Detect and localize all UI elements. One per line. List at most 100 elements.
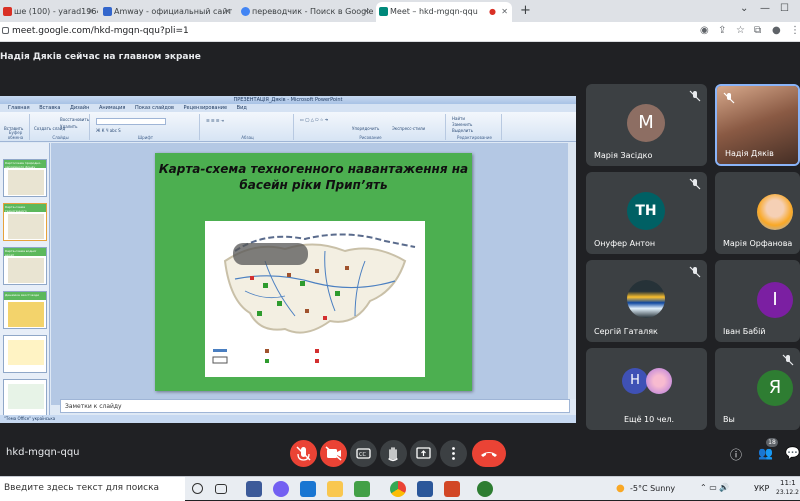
paragraph-buttons[interactable]: ☰ ☰ ☰ ⇥	[206, 118, 224, 123]
raise-hand-button[interactable]	[380, 440, 407, 467]
svg-text:CC: CC	[359, 452, 366, 458]
viber-icon[interactable]	[273, 481, 289, 497]
ribbon-group: Создать слайд Восстановить Удалить Слайд…	[32, 114, 90, 140]
language-indicator[interactable]: УКР	[754, 484, 769, 493]
river-basin-map	[205, 221, 425, 377]
slide-thumbnail[interactable]: Картосхема природно-заповідного фонду	[3, 159, 47, 197]
captions-button[interactable]: CC	[350, 440, 377, 467]
new-tab-button[interactable]: +	[520, 3, 531, 18]
meeting-code: hkd-mgqn-qqu	[6, 447, 80, 458]
profile-icon[interactable]: ●	[772, 25, 781, 36]
end-call-button[interactable]	[472, 440, 506, 467]
shapes-gallery[interactable]: ▭ ◯ △ ⬠ ☆ ➔	[300, 117, 328, 122]
participant-name: Марія Орфанова	[723, 239, 793, 248]
close-icon[interactable]: ●	[489, 7, 496, 16]
ppt-menu-item[interactable]: Рецензирование	[183, 104, 227, 112]
maximize-icon[interactable]: ☐	[780, 3, 789, 14]
mic-off-icon	[689, 178, 701, 190]
ribbon-button[interactable]: Упорядочить	[352, 126, 379, 131]
word-icon[interactable]	[417, 481, 433, 497]
star-icon[interactable]: ☆	[736, 25, 745, 36]
camera-toggle-button[interactable]	[320, 440, 347, 467]
menu-icon[interactable]: ⋮	[790, 25, 800, 36]
close-icon[interactable]: ✕	[363, 7, 370, 16]
file-explorer-icon[interactable]	[327, 481, 343, 497]
ppt-menu-item[interactable]: Показ слайдов	[135, 104, 174, 112]
current-slide[interactable]: Карта-схема техногенного навантаження на…	[155, 153, 472, 391]
ribbon-button[interactable]: Выделить	[452, 128, 473, 133]
ribbon-group-label: Рисование	[359, 135, 382, 140]
ppt-menu-item[interactable]: Главная	[8, 104, 30, 112]
font-format-buttons[interactable]: Ж К Ч abc S	[96, 128, 121, 133]
map-image	[212, 233, 416, 364]
thumb-map	[8, 214, 44, 239]
save-app-icon[interactable]	[246, 481, 262, 497]
slide-thumbnail[interactable]	[3, 379, 47, 417]
app-icon[interactable]	[354, 481, 370, 497]
ppt-menu-item[interactable]: Дизайн	[70, 104, 89, 112]
self-tile[interactable]: Я Вы	[715, 348, 800, 430]
app-icon[interactable]	[477, 481, 493, 497]
minimize-icon[interactable]: —	[760, 3, 770, 14]
ribbon-button[interactable]: Найти	[452, 116, 465, 121]
avatar-photo	[627, 280, 665, 318]
font-box[interactable]	[96, 118, 166, 125]
share-icon[interactable]: ⇪	[718, 25, 726, 36]
participant-tile[interactable]: Сергій Гаталяк	[586, 260, 707, 342]
participant-tile[interactable]: Марія Орфанова	[715, 172, 800, 254]
tab-meet[interactable]: Meet – hkd-mgqn-qqu ● ✕	[376, 2, 512, 22]
powerpoint-icon[interactable]	[444, 481, 460, 497]
slide-title: Карта-схема техногенного навантаження на…	[158, 162, 469, 192]
chat-icon[interactable]: 💬	[785, 446, 800, 460]
slide-thumbnail[interactable]	[3, 335, 47, 373]
slide-notes-field[interactable]: Заметки к слайду	[60, 399, 570, 413]
participant-tile-others[interactable]: Н Ещё 10 чел.	[586, 348, 707, 430]
close-icon[interactable]: ✕	[87, 7, 94, 16]
ppt-menu-item[interactable]: Вид	[237, 104, 247, 112]
participant-tile[interactable]: TH Онуфер Антон	[586, 172, 707, 254]
ppt-menu-item[interactable]: Анимация	[99, 104, 125, 112]
weather-label[interactable]: -5°C Sunny	[630, 484, 675, 493]
tab-google-search[interactable]: переводчик - Поиск в Google ✕	[238, 2, 374, 22]
multitask-icon[interactable]	[215, 484, 227, 494]
app-icon[interactable]	[300, 481, 316, 497]
chrome-icon[interactable]	[390, 481, 406, 497]
tab-gmail[interactable]: ше (100) - yarad1964@gm ✕	[0, 2, 98, 22]
close-icon[interactable]: ✕	[224, 7, 231, 16]
close-icon[interactable]: ✕	[501, 7, 508, 16]
slide-thumbnail[interactable]: Карта-схема водної ерозії	[3, 247, 47, 285]
ppt-menu-item[interactable]: Вставка	[39, 104, 60, 112]
tab-amway[interactable]: Amway - официальный сайт и и ✕	[100, 2, 235, 22]
ribbon-button[interactable]: Восстановить	[60, 117, 89, 122]
slide-thumbnail-selected[interactable]: Карта-схема техногенного навантаження	[3, 203, 47, 241]
participant-name: Марія Засідко	[594, 151, 653, 160]
system-tray-icons[interactable]: ⌃ ▭ 🔊	[700, 483, 729, 492]
participant-tile[interactable]: Надія Дяків	[715, 84, 800, 166]
extensions-icon[interactable]: ⧉	[754, 25, 761, 36]
url-field[interactable]: meet.google.com/hkd-mgqn-qqu?pli=1	[12, 26, 189, 36]
ribbon-button[interactable]: Экспресс-стили	[392, 126, 425, 131]
present-button[interactable]	[410, 440, 437, 467]
slide-thumbnail[interactable]: Динаміка якості води	[3, 291, 47, 329]
window-control-icon[interactable]: ⌄	[740, 3, 748, 14]
ribbon-group-label: Шрифт	[137, 135, 154, 140]
present-icon	[416, 447, 431, 459]
thumb-map	[8, 258, 44, 283]
participant-tile[interactable]: І Іван Бабій	[715, 260, 800, 342]
camera-icon[interactable]: ◉	[700, 25, 709, 36]
ribbon-button[interactable]: Удалить	[60, 124, 78, 129]
taskbar-search-box[interactable]: Введите здесь текст для поиска	[0, 477, 185, 501]
clock-date[interactable]: 23.12.2	[776, 489, 799, 496]
participant-tile[interactable]: М Марія Засідко	[586, 84, 707, 166]
vertical-scrollbar[interactable]	[568, 143, 576, 399]
more-options-button[interactable]	[440, 440, 467, 467]
people-icon[interactable]: 👥	[758, 446, 773, 460]
clock-time[interactable]: 11:1	[780, 479, 796, 487]
ribbon-group: Ж К Ч abc S Шрифт	[92, 114, 200, 140]
mic-toggle-button[interactable]	[290, 440, 317, 467]
avatar-photo	[646, 368, 672, 394]
task-view-icon[interactable]	[192, 483, 203, 494]
google-icon	[241, 7, 250, 16]
ribbon-button[interactable]: Заменить	[452, 122, 472, 127]
info-icon[interactable]: ⓘ	[730, 446, 742, 463]
